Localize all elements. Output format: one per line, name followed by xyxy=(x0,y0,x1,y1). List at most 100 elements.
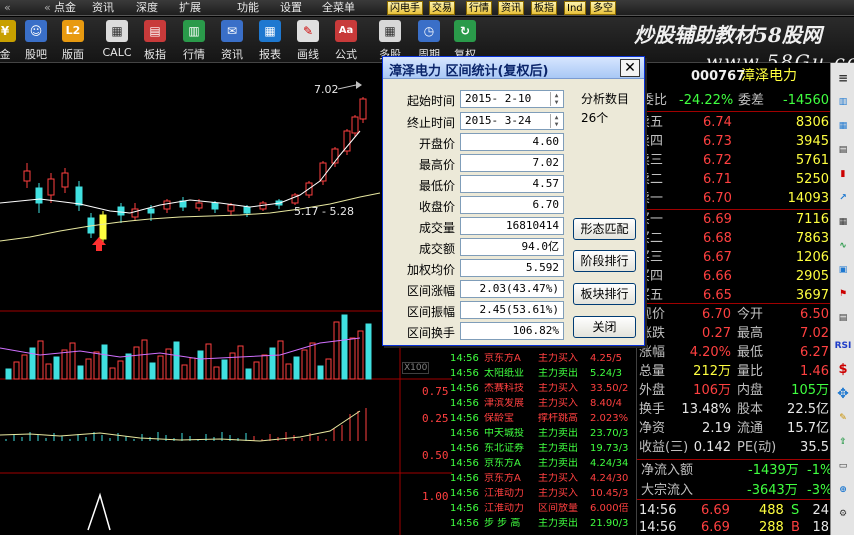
line-chart-icon[interactable]: ∿ xyxy=(834,237,852,255)
order-book-row[interactable]: 买二 6.68 7863 xyxy=(637,229,831,248)
spin-arrows-icon[interactable]: ▲ ▼ xyxy=(550,92,562,106)
volume-bar xyxy=(181,364,188,380)
radar-time: 14:56 xyxy=(450,353,479,364)
order-book-row[interactable]: 卖二 6.71 5250 xyxy=(637,170,831,189)
stat-value: 106.82% xyxy=(460,322,564,340)
quick-board-index-button[interactable]: 板指 xyxy=(531,1,557,15)
volume-bar xyxy=(165,348,172,380)
order-book-row[interactable]: 买四 6.66 2905 xyxy=(637,267,831,286)
menu-item-all-menu[interactable]: 全菜单 xyxy=(322,0,355,16)
radar-row[interactable]: 14:56 江淮动力 主力买入 10.45/3 xyxy=(450,488,636,500)
radar-time: 14:56 xyxy=(450,383,479,394)
volume-bar xyxy=(277,340,284,380)
settings-icon[interactable]: ⚙ xyxy=(834,505,852,523)
menu-item-extend[interactable]: 扩展 xyxy=(179,0,201,16)
radar-time: 14:56 xyxy=(450,398,479,409)
quick-quote-button[interactable]: 行情 xyxy=(466,1,492,15)
dialog-close-icon[interactable]: ✕ xyxy=(620,59,640,77)
stage-rank-button[interactable]: 阶段排行 xyxy=(573,250,636,272)
menu-item-news[interactable]: 资讯 xyxy=(92,0,114,16)
radar-row[interactable]: 14:56 太阳纸业 主力卖出 5.24/3 xyxy=(450,368,636,380)
volume-bar xyxy=(237,345,244,380)
quick-flash-trade-button[interactable]: 闪电手 xyxy=(387,1,423,15)
move-icon[interactable]: ✥ xyxy=(834,385,852,403)
menu-item-dianjin[interactable]: 点金 xyxy=(54,0,76,16)
pattern-match-button[interactable]: 形态匹配 xyxy=(573,218,636,240)
volume-bar xyxy=(349,337,356,380)
radar-row[interactable]: 14:56 保龄宝 撑杆跳高 2.023% xyxy=(450,413,636,425)
divider xyxy=(637,499,831,500)
order-book-row[interactable]: 卖四 6.73 3945 xyxy=(637,132,831,151)
toolbar-layout-button[interactable]: L2 版面 xyxy=(54,18,92,62)
zoom-icon[interactable]: ⊕ xyxy=(834,481,852,499)
volume-bar xyxy=(333,321,340,380)
toolbar-calc-button[interactable]: ▦ CALC xyxy=(98,18,136,62)
stat-l2: 内盘 xyxy=(737,383,764,398)
menu-icon[interactable]: ≡ xyxy=(834,69,852,87)
volume-bar xyxy=(109,367,116,380)
radar-row[interactable]: 14:56 京东方A 主力买入 4.25/5 xyxy=(450,353,636,365)
chart-icon[interactable]: ▥ xyxy=(834,93,852,111)
grid-icon[interactable]: ▦ xyxy=(834,117,852,135)
order-book-row[interactable]: 买三 6.67 1206 xyxy=(637,248,831,267)
radar-row[interactable]: 14:56 中天城投 主力卖出 23.70/3 xyxy=(450,428,636,440)
export-icon[interactable]: ⇪ xyxy=(834,433,852,451)
quick-news-button[interactable]: 资讯 xyxy=(498,1,524,15)
volume-bar xyxy=(117,360,124,380)
radar-row[interactable]: 14:56 步 步 高 主力卖出 21.90/3 xyxy=(450,518,636,530)
close-button[interactable]: 关闭 xyxy=(573,316,636,338)
toolbar-news-button[interactable]: ✉ 资讯 xyxy=(213,18,251,62)
stat-l2: 最低 xyxy=(737,345,764,360)
menu-item-function[interactable]: 功能 xyxy=(237,0,259,16)
radar-row[interactable]: 14:56 津滨发展 主力买入 8.40/4 xyxy=(450,398,636,410)
radar-name: 太阳纸业 xyxy=(484,368,524,379)
flag-icon[interactable]: ⚑ xyxy=(834,285,852,303)
nav-back-icon[interactable]: « xyxy=(4,0,11,16)
toolbar-board-index-button[interactable]: ▤ 板指 xyxy=(136,18,174,62)
quick-trade-button[interactable]: 交易 xyxy=(429,1,455,15)
menu-item-settings[interactable]: 设置 xyxy=(280,0,302,16)
radar-row[interactable]: 14:56 江淮动力 区间放量 6.000倍 xyxy=(450,503,636,515)
radar-val: 8.40/4 xyxy=(590,398,622,409)
radar-val: 4.24/30 xyxy=(590,473,629,484)
bar-chart-icon[interactable]: ▮ xyxy=(834,165,852,183)
layers-icon[interactable]: ▤ xyxy=(834,309,852,327)
quick-ind-button[interactable]: Ind xyxy=(564,1,586,15)
order-book-row[interactable]: 卖五 6.74 8306 xyxy=(637,113,831,132)
nav-forward-icon[interactable]: « xyxy=(44,0,51,16)
toolbar-draw-line-button[interactable]: ✎ 画线 xyxy=(289,18,327,62)
toolbar-report-button[interactable]: ▦ 报表 xyxy=(251,18,289,62)
volume-bar xyxy=(365,323,372,380)
stat-l2: 股本 xyxy=(737,402,764,417)
radar-row[interactable]: 14:56 京东方A 主力卖出 4.24/34 xyxy=(450,458,636,470)
radar-action: 主力卖出 xyxy=(538,443,578,454)
pencil-icon[interactable]: ✎ xyxy=(834,409,852,427)
order-book-row[interactable]: 买一 6.69 7116 xyxy=(637,210,831,229)
table-icon[interactable]: ▦ xyxy=(834,213,852,231)
spin-arrows-icon[interactable]: ▲ ▼ xyxy=(550,114,562,128)
order-book-row[interactable]: 卖三 6.72 5761 xyxy=(637,151,831,170)
toolbar-formula-button[interactable]: Aa 公式 xyxy=(327,18,365,62)
dollar-icon[interactable]: $ xyxy=(834,361,852,379)
print-icon[interactable]: ▭ xyxy=(834,457,852,475)
radar-row[interactable]: 14:56 东北证券 主力卖出 19.73/3 xyxy=(450,443,636,455)
sector-rank-button[interactable]: 板块排行 xyxy=(573,283,636,305)
calendar-icon[interactable]: ▣ xyxy=(834,261,852,279)
quick-long-short-button[interactable]: 多空 xyxy=(590,1,616,15)
start-time-field[interactable]: 2015- 2-10 ▲ ▼ xyxy=(460,90,564,108)
radar-row[interactable]: 14:56 京东方A 主力买入 4.24/30 xyxy=(450,473,636,485)
rsi-icon[interactable]: RSI xyxy=(834,337,852,355)
list-icon[interactable]: ▤ xyxy=(834,141,852,159)
toolbar-quote-button[interactable]: ▥ 行情 xyxy=(175,18,213,62)
stat-v1: 106万 xyxy=(693,383,731,398)
menu-item-depth[interactable]: 深度 xyxy=(136,0,158,16)
trend-icon[interactable]: ↗ xyxy=(834,189,852,207)
order-book-row[interactable]: 卖一 6.70 14093 xyxy=(637,189,831,208)
dialog-title-bar[interactable]: 漳泽电力 区间统计(复权后) ✕ xyxy=(383,57,644,79)
volume-bar xyxy=(141,339,148,380)
end-time-field[interactable]: 2015- 3-24 ▲ ▼ xyxy=(460,112,564,130)
interval-stats-dialog: 漳泽电力 区间统计(复权后) ✕ 起始时间 2015- 2-10 ▲ ▼ 终止时间… xyxy=(382,56,645,346)
volume-bar xyxy=(133,346,140,380)
stat-label: 成交额 xyxy=(418,242,455,256)
radar-row[interactable]: 14:56 杰赛科技 主力买入 33.50/2 xyxy=(450,383,636,395)
